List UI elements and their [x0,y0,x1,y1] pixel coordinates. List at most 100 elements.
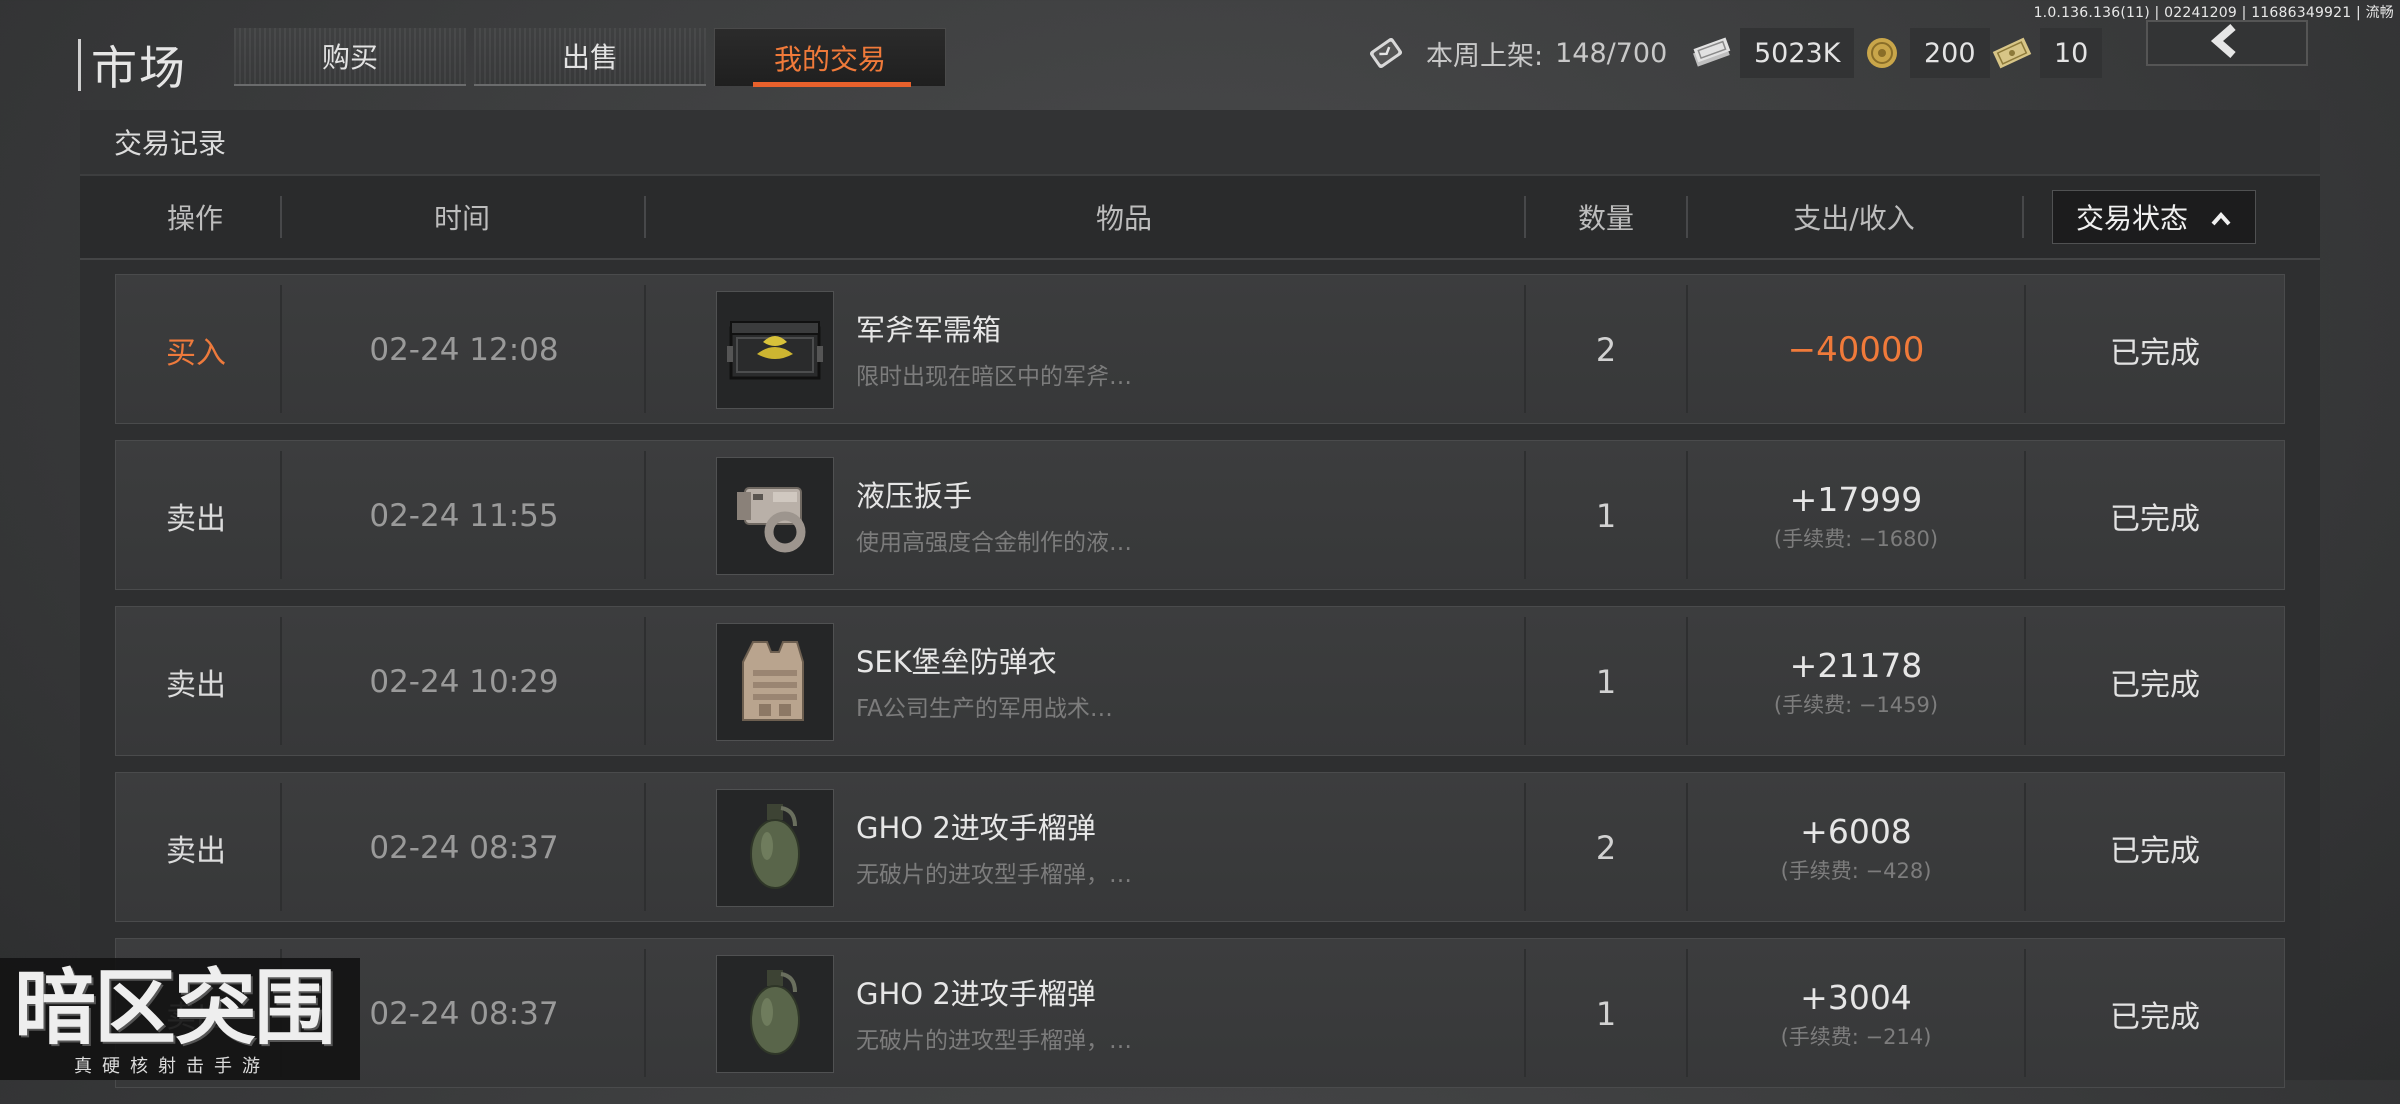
cash-stack-icon [1690,31,1734,75]
table-row[interactable]: 卖出 02-24 10:29 SEK堡垒防弹衣 FA公司生产的军用战术… 1 +… [115,606,2285,756]
trade-fee: (手续费: −428) [1780,858,1932,883]
trade-fee: (手续费: −214) [1780,1024,1932,1049]
item-description: 限时出现在暗区中的军斧… [856,364,1132,390]
tab-buy[interactable]: 购买 [234,28,466,86]
hydraulic-wrench-icon [723,462,827,570]
column-header-amount: 支出/收入 [1793,202,1915,235]
trade-status: 已完成 [2110,834,2200,869]
trade-status: 已完成 [2110,668,2200,703]
trade-time: 02-24 12:08 [369,332,559,368]
version-info: 1.0.136.136(11) | 02241209 | 11686349921… [2033,5,2394,21]
chevron-up-icon [2210,201,2232,234]
gold-coin-icon [1860,31,1904,75]
ticket-icon [1364,31,1408,75]
amount-cell: +6008 (手续费: −428) [1688,773,2024,923]
body-armor-icon [723,628,827,736]
row-divider [644,783,646,911]
tab-my-trades[interactable]: 我的交易 [714,28,946,87]
trade-amount: +21178 [1789,645,1923,685]
game-logo-title: 暗区突围 [14,961,336,1056]
page-title: 市场 [91,41,187,95]
item-description: 无破片的进攻型手榴弹，… [856,1028,1132,1054]
trade-status: 已完成 [2110,1000,2200,1035]
column-header-quantity: 数量 [1577,202,1634,235]
trade-amount: +3004 [1800,977,1912,1017]
trade-record-list: 买入 02-24 12:08 军斧军需箱 限时出现在暗区中的军斧… 2 −400… [115,274,2285,1104]
item-quantity: 2 [1595,331,1617,369]
item-name: 液压扳手 [856,479,973,513]
weekly-listing-label: 本周上架: [1426,40,1544,72]
operation-label: 卖出 [166,834,226,869]
item-name: GHO 2进攻手榴弹 [856,811,1096,845]
bill-value: 10 [2040,28,2103,78]
item-name: GHO 2进攻手榴弹 [856,977,1096,1011]
column-divider [2022,196,2024,238]
row-divider [644,617,646,745]
item-thumbnail[interactable] [716,291,834,409]
status-filter-dropdown[interactable]: 交易状态 [2052,190,2256,244]
amount-cell: −40000 [1688,275,2024,425]
column-header-item: 物品 [1095,202,1152,235]
weekly-listing-value: 148/700 [1555,37,1668,69]
item-quantity: 1 [1595,497,1617,535]
chevron-left-icon [2207,23,2247,62]
operation-label: 卖出 [166,502,226,537]
row-divider [644,451,646,579]
trade-amount: −40000 [1787,330,1925,370]
table-row[interactable]: 卖出 02-24 08:37 GHO 2进攻手榴弹 无破片的进攻型手榴弹，… 1… [115,938,2285,1088]
trade-amount: +17999 [1789,479,1923,519]
currency-cash: 5023K [1690,28,1855,78]
title-accent-line [78,39,81,91]
page-title-bar: 市场 [78,32,187,98]
grenade-icon [723,794,827,902]
bill-icon [1990,31,2034,75]
item-thumbnail[interactable] [716,457,834,575]
item-description: 使用高强度合金制作的液… [856,530,1132,556]
trade-fee: (手续费: −1459) [1773,692,1939,717]
item-thumbnail[interactable] [716,623,834,741]
table-row[interactable]: 买入 02-24 12:08 军斧军需箱 限时出现在暗区中的军斧… 2 −400… [115,274,2285,424]
row-divider [644,285,646,413]
cash-value: 5023K [1740,28,1855,78]
status-filter-label: 交易状态 [2075,202,2188,235]
trade-fee: (手续费: −1680) [1773,526,1939,551]
amount-cell: +3004 (手续费: −214) [1688,939,2024,1089]
tab-sell[interactable]: 出售 [474,28,706,86]
currency-coin: 200 [1860,28,1990,78]
trade-status: 已完成 [2110,336,2200,371]
trade-amount: +6008 [1800,811,1912,851]
operation-label: 卖出 [166,668,226,703]
item-thumbnail[interactable] [716,789,834,907]
currency-bill: 10 [1990,28,2103,78]
item-name: SEK堡垒防弹衣 [856,645,1057,679]
table-header: 操作 时间 物品 数量 支出/收入 交易状态 [80,176,2320,260]
column-header-operation: 操作 [166,202,223,235]
game-logo-slogan: 真硬核射击手游 [74,1056,270,1077]
column-header-time: 时间 [433,202,490,235]
item-quantity: 1 [1595,995,1617,1033]
game-logo: 暗区突围 真硬核射击手游 [0,958,360,1080]
table-row[interactable]: 卖出 02-24 08:37 GHO 2进攻手榴弹 无破片的进攻型手榴弹，… 2… [115,772,2285,922]
item-description: 无破片的进攻型手榴弹，… [856,862,1132,888]
grenade-icon [723,960,827,1068]
item-quantity: 1 [1595,663,1617,701]
item-description: FA公司生产的军用战术… [856,696,1113,722]
supply-crate-icon [723,296,827,404]
weekly-listing: 本周上架: 148/700 [1364,28,1667,78]
amount-cell: +21178 (手续费: −1459) [1688,607,2024,757]
item-quantity: 2 [1595,829,1617,867]
item-name: 军斧军需箱 [856,313,1002,347]
trade-status: 已完成 [2110,502,2200,537]
item-thumbnail[interactable] [716,955,834,1073]
operation-label: 买入 [166,336,226,371]
amount-cell: +17999 (手续费: −1680) [1688,441,2024,591]
trade-time: 02-24 10:29 [369,664,559,700]
table-row[interactable]: 卖出 02-24 11:55 液压扳手 使用高强度合金制作的液… 1 +1799… [115,440,2285,590]
market-tabs: 购买 出售 我的交易 [234,28,946,87]
trade-time: 02-24 08:37 [369,830,559,866]
coin-value: 200 [1910,28,1990,78]
trade-time: 02-24 11:55 [369,498,559,534]
row-divider [644,949,646,1077]
back-button[interactable] [2146,20,2308,66]
panel-title: 交易记录 [80,110,2320,176]
